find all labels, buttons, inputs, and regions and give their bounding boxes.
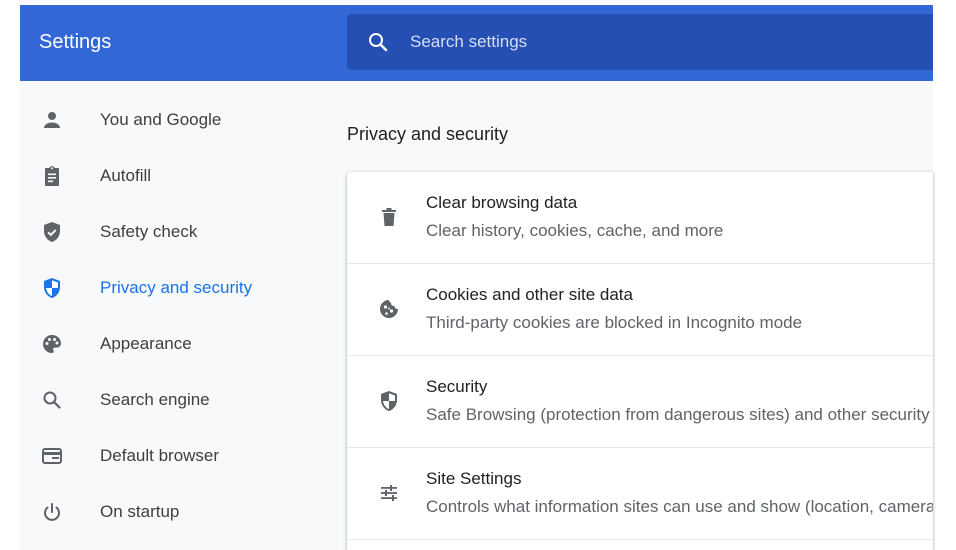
row-title: Site Settings [426, 469, 522, 488]
sidebar-item-label: You and Google [100, 110, 222, 129]
sidebar-item-label: Appearance [100, 334, 192, 353]
tune-icon [377, 481, 401, 505]
browser-window-icon [40, 444, 64, 468]
trash-icon [377, 205, 401, 229]
search-box[interactable] [347, 14, 933, 70]
sidebar-item-search-engine[interactable]: Search engine [20, 372, 320, 428]
row-title: Security [426, 377, 488, 396]
row-subtitle: Third-party cookies are blocked in Incog… [426, 313, 803, 332]
row-subtitle: Clear history, cookies, cache, and more [426, 221, 724, 240]
palette-icon [40, 332, 64, 356]
sidebar-item-label: Safety check [100, 222, 198, 241]
sidebar-item-appearance[interactable]: Appearance [20, 316, 320, 372]
sidebar-item-label: Default browser [100, 446, 220, 465]
cookies-row[interactable]: Cookies and other site data Third-party … [347, 264, 933, 356]
site-settings-row[interactable]: Site Settings Controls what information … [347, 448, 933, 540]
shield-half-icon [40, 276, 64, 300]
security-row[interactable]: Security Safe Browsing (protection from … [347, 356, 933, 448]
section-title: Privacy and security [347, 124, 509, 144]
sidebar-item-label: Search engine [100, 390, 210, 409]
clipboard-icon [40, 164, 64, 188]
search-icon [40, 388, 64, 412]
row-title: Clear browsing data [426, 193, 578, 212]
sidebar-item-privacy-and-security[interactable]: Privacy and security [20, 260, 320, 316]
search-icon[interactable] [366, 30, 390, 54]
sidebar-item-safety-check[interactable]: Safety check [20, 204, 320, 260]
sidebar-item-label: On startup [100, 502, 180, 521]
sidebar-item-label: Privacy and security [100, 278, 253, 297]
sidebar-item-default-browser[interactable]: Default browser [20, 428, 320, 484]
sidebar: You and Google Autofill Safety check Pri… [20, 92, 320, 540]
app-title: Settings [39, 31, 112, 53]
person-icon [40, 108, 64, 132]
shield-icon [377, 389, 401, 413]
shield-check-icon [40, 220, 64, 244]
sidebar-item-you-and-google[interactable]: You and Google [20, 92, 320, 148]
app-header: Settings [20, 5, 933, 81]
privacy-settings-card: Clear browsing data Clear history, cooki… [347, 172, 933, 550]
sidebar-item-label: Autofill [100, 166, 152, 185]
clear-browsing-data-row[interactable]: Clear browsing data Clear history, cooki… [347, 172, 933, 264]
sidebar-item-on-startup[interactable]: On startup [20, 484, 320, 540]
row-title: Cookies and other site data [426, 285, 633, 304]
cookie-icon [377, 297, 401, 321]
search-input[interactable] [410, 30, 910, 54]
sidebar-item-autofill[interactable]: Autofill [20, 148, 320, 204]
power-icon [40, 500, 64, 524]
row-subtitle: Controls what information sites can use … [426, 497, 933, 516]
row-subtitle: Safe Browsing (protection from dangerous… [426, 405, 933, 424]
